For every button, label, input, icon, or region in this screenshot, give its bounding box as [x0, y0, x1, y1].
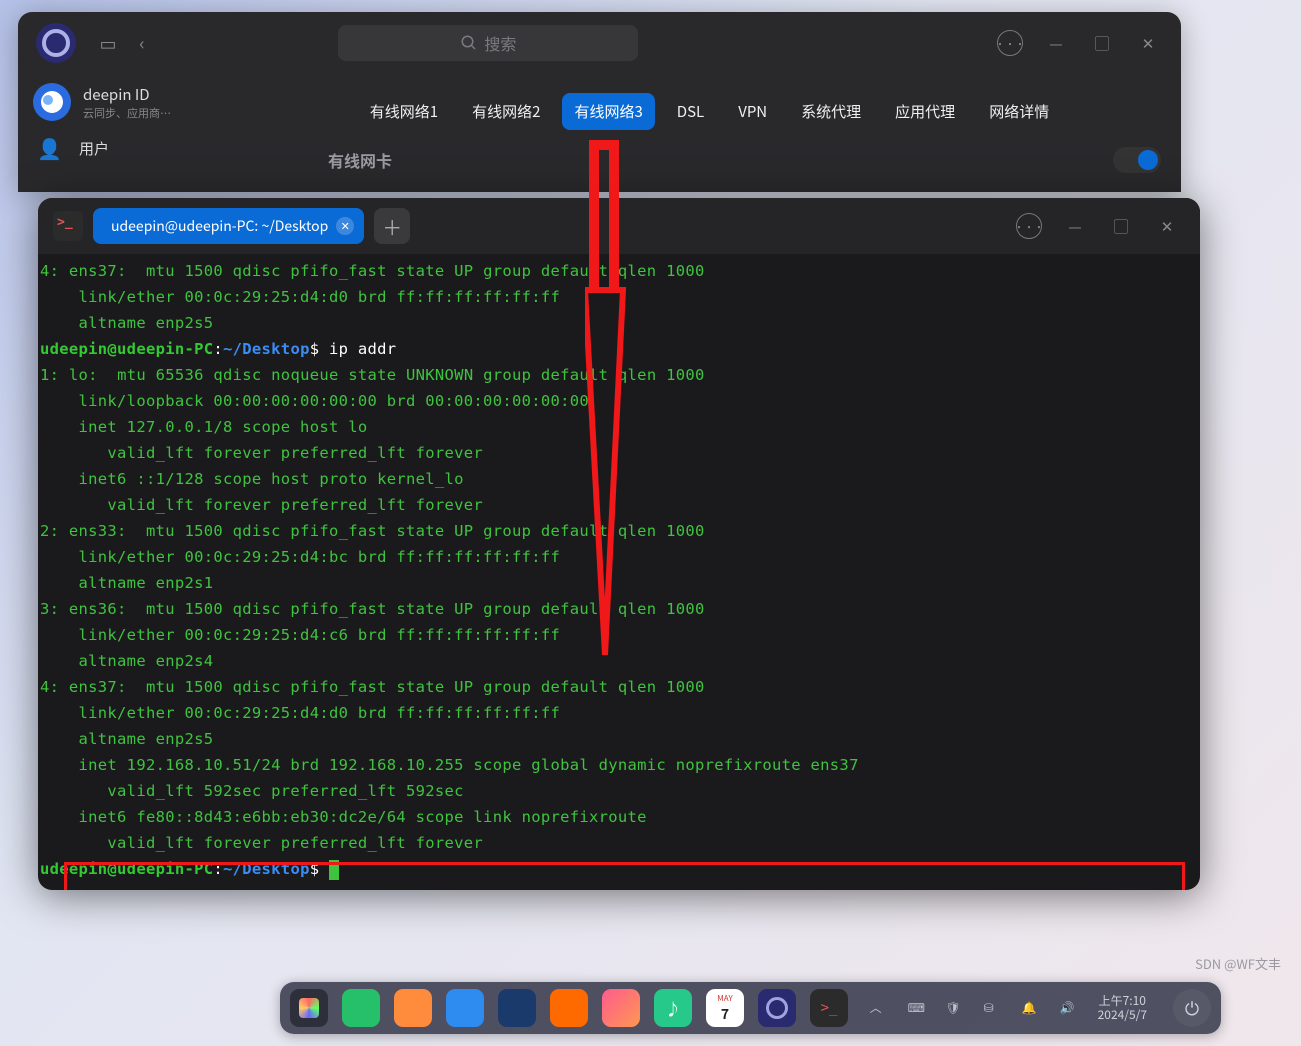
search-placeholder: 搜索 — [484, 31, 516, 55]
dock: ♪ MAY7 >_ ︿ ⌨ 🛡 ⛁ 🔔 🔊 上午7:10 2024/5/7 ⏻ — [280, 982, 1221, 1034]
back-icon[interactable]: ‹ — [127, 28, 157, 58]
dock-browser-icon[interactable] — [498, 989, 536, 1027]
wired-toggle[interactable] — [1113, 147, 1161, 173]
dock-power-button[interactable]: ⏻ — [1173, 989, 1211, 1027]
terminal-more-icon[interactable]: ··· — [1016, 213, 1042, 239]
tray-volume-icon[interactable]: 🔊 — [1060, 999, 1078, 1017]
more-menu-icon[interactable]: ··· — [997, 30, 1023, 56]
sidebar-item-deepin-id[interactable]: deepin ID 云同步、应用商… — [28, 79, 228, 125]
deepin-id-title: deepin ID — [83, 84, 171, 105]
dock-grid-icon[interactable] — [394, 989, 432, 1027]
tab-wired-2[interactable]: 有线网络2 — [460, 93, 552, 130]
settings-app-icon — [36, 23, 76, 63]
user-icon — [37, 133, 67, 163]
dock-settings-icon[interactable] — [758, 989, 796, 1027]
tab-app-proxy[interactable]: 应用代理 — [883, 93, 967, 130]
terminal-tab-close-icon[interactable]: ✕ — [336, 217, 354, 235]
settings-window: ▭ ‹ 搜索 ··· — ▢ ✕ deepin ID 云同步、应用商… 用户 — [18, 12, 1181, 192]
sidebar-user-label: 用户 — [79, 138, 109, 159]
tab-vpn[interactable]: VPN — [726, 93, 779, 130]
dock-clock[interactable]: 上午7:10 2024/5/7 — [1098, 994, 1147, 1022]
tray-notification-icon[interactable]: 🔔 — [1022, 999, 1040, 1017]
settings-content: 有线网络1 有线网络2 有线网络3 DSL VPN 系统代理 应用代理 网络详情… — [238, 74, 1181, 192]
dock-launcher-icon[interactable] — [290, 989, 328, 1027]
wired-card-label: 有线网卡 — [328, 148, 392, 172]
terminal-maximize-button[interactable]: ▢ — [1098, 206, 1144, 246]
dock-files-icon[interactable] — [446, 989, 484, 1027]
search-input[interactable]: 搜索 — [338, 25, 638, 61]
terminal-titlebar: udeepin@udeepin-PC: ~/Desktop ✕ ＋ ··· — … — [38, 198, 1200, 254]
terminal-window-controls: ··· — ▢ ✕ — [1016, 206, 1190, 246]
maximize-button[interactable]: ▢ — [1079, 23, 1125, 63]
network-tabs: 有线网络1 有线网络2 有线网络3 DSL VPN 系统代理 应用代理 网络详情 — [253, 84, 1166, 139]
terminal-app-icon — [53, 211, 83, 241]
tray-disk-icon[interactable]: ⛁ — [984, 999, 1002, 1017]
settings-titlebar: ▭ ‹ 搜索 ··· — ▢ ✕ — [18, 12, 1181, 74]
dock-apps: ♪ MAY7 >_ — [290, 989, 848, 1027]
terminal-tab-title: udeepin@udeepin-PC: ~/Desktop — [111, 216, 328, 236]
dock-tray: ︿ ⌨ 🛡 ⛁ 🔔 🔊 上午7:10 2024/5/7 ⏻ — [870, 989, 1211, 1027]
dock-multitask-icon[interactable] — [342, 989, 380, 1027]
window-controls: ··· — ▢ ✕ — [997, 23, 1171, 63]
terminal-tab[interactable]: udeepin@udeepin-PC: ~/Desktop ✕ — [93, 208, 364, 244]
tab-system-proxy[interactable]: 系统代理 — [789, 93, 873, 130]
tab-wired-3[interactable]: 有线网络3 — [562, 93, 654, 130]
tab-dsl[interactable]: DSL — [665, 93, 716, 130]
dock-date-label: 2024/5/7 — [1098, 1008, 1147, 1022]
terminal-new-tab-button[interactable]: ＋ — [374, 208, 410, 244]
terminal-window: udeepin@udeepin-PC: ~/Desktop ✕ ＋ ··· — … — [38, 198, 1200, 890]
minimize-button[interactable]: — — [1033, 23, 1079, 63]
deepin-id-icon — [33, 83, 71, 121]
tray-security-icon[interactable]: 🛡 — [946, 999, 964, 1017]
terminal-minimize-button[interactable]: — — [1052, 206, 1098, 246]
deepin-id-sub: 云同步、应用商… — [83, 105, 171, 121]
dock-music-icon[interactable]: ♪ — [654, 989, 692, 1027]
terminal-close-button[interactable]: ✕ — [1144, 206, 1190, 246]
dock-store-icon[interactable] — [550, 989, 588, 1027]
sidebar-item-user[interactable]: 用户 — [28, 125, 228, 171]
dock-calendar-icon[interactable]: MAY7 — [706, 989, 744, 1027]
close-button[interactable]: ✕ — [1125, 23, 1171, 63]
tray-keyboard-icon[interactable]: ⌨ — [908, 999, 926, 1017]
terminal-body[interactable]: 4: ens37: mtu 1500 qdisc pfifo_fast stat… — [38, 254, 1200, 890]
watermark: SDN @WF文丰 — [1195, 954, 1281, 973]
search-icon — [460, 34, 478, 52]
dock-photos-icon[interactable] — [602, 989, 640, 1027]
tray-expand-icon[interactable]: ︿ — [870, 999, 888, 1017]
tab-wired-1[interactable]: 有线网络1 — [358, 93, 450, 130]
wired-card-row: 有线网卡 — [253, 147, 1166, 173]
tab-network-details[interactable]: 网络详情 — [977, 93, 1061, 130]
settings-sidebar: deepin ID 云同步、应用商… 用户 — [18, 74, 238, 192]
sidebar-toggle-icon[interactable]: ▭ — [93, 28, 123, 58]
dock-terminal-icon[interactable]: >_ — [810, 989, 848, 1027]
